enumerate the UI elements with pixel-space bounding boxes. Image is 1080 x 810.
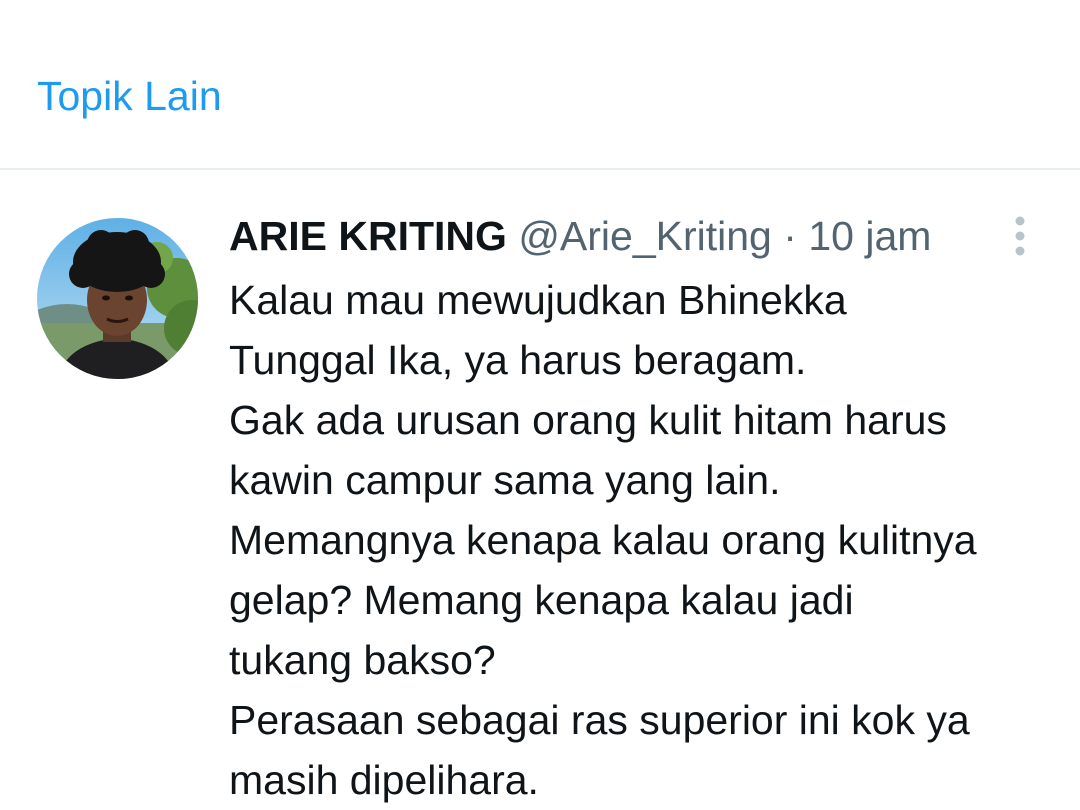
topics-header: Topik Lain (0, 0, 1080, 170)
tweet-text-line: kawin campur sama yang lain. (229, 457, 781, 503)
tweet-text-line: Kalau mau mewujudkan Bhinekka (229, 277, 847, 323)
tweet-text-line: Gak ada urusan orang kulit hitam harus (229, 397, 947, 443)
tweet-text-line: Memangnya kenapa kalau orang kulitnya (229, 517, 977, 563)
tweet-text-line: gelap? Memang kenapa kalau jadi (229, 577, 854, 623)
author-name[interactable]: ARIE KRITING (229, 213, 507, 259)
avatar[interactable] (37, 218, 198, 379)
other-topics-link[interactable]: Topik Lain (37, 72, 222, 120)
author-handle[interactable]: @Arie_Kriting (518, 213, 772, 259)
separator-dot: · (783, 213, 797, 259)
tweet-text-line: tukang bakso? (229, 637, 496, 683)
more-vertical-icon[interactable] (1006, 214, 1034, 258)
tweet-header: ARIE KRITING @Arie_Kriting · 10 jam (229, 212, 931, 260)
tweet-time[interactable]: 10 jam (808, 213, 931, 259)
tweet-text-line: masih dipelihara. (229, 757, 539, 803)
tweet[interactable]: ARIE KRITING @Arie_Kriting · 10 jam Kala… (0, 172, 1080, 803)
tweet-text-line: Tunggal Ika, ya harus beragam. (229, 337, 807, 383)
avatar-image (37, 218, 198, 379)
tweet-text: Kalau mau mewujudkan Bhinekka Tunggal Ik… (229, 270, 1059, 810)
tweet-text-line: Perasaan sebagai ras superior ini kok ya (229, 697, 970, 743)
